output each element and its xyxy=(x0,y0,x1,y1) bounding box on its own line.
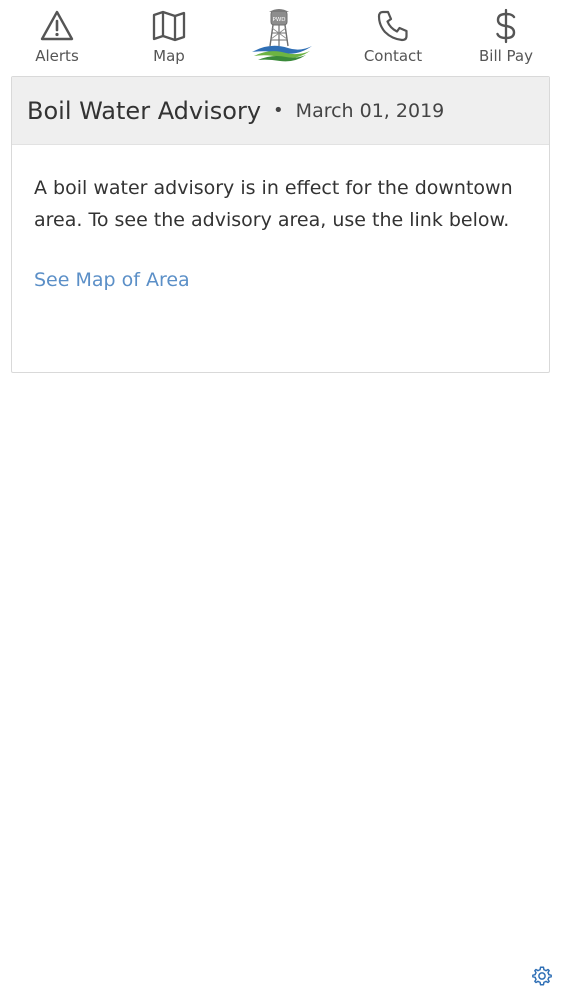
nav-bill-pay[interactable]: Bill Pay xyxy=(466,8,546,70)
map-icon xyxy=(151,8,187,44)
advisory-card: Boil Water Advisory • March 01, 2019 A b… xyxy=(11,76,550,373)
water-tower-logo[interactable]: PWD xyxy=(248,6,314,64)
phone-icon xyxy=(375,8,411,44)
nav-map-label: Map xyxy=(153,47,185,65)
nav-bill-pay-label: Bill Pay xyxy=(478,47,533,65)
advisory-title: Boil Water Advisory xyxy=(27,96,262,125)
nav-map[interactable]: Map xyxy=(129,8,209,70)
dollar-icon xyxy=(488,8,524,44)
top-nav: Alerts Map PWD Contact Bill Pay xyxy=(0,0,563,72)
alert-triangle-icon xyxy=(39,8,75,44)
advisory-card-body: A boil water advisory is in effect for t… xyxy=(12,145,549,291)
see-map-link[interactable]: See Map of Area xyxy=(34,269,190,291)
gear-icon xyxy=(531,965,553,987)
logo-mark-text: PWD xyxy=(273,17,286,23)
advisory-text: A boil water advisory is in effect for t… xyxy=(34,177,513,231)
nav-alerts[interactable]: Alerts xyxy=(17,8,97,70)
settings-button[interactable] xyxy=(531,965,553,987)
advisory-date: March 01, 2019 xyxy=(295,99,445,122)
nav-contact-label: Contact xyxy=(363,47,423,65)
nav-contact[interactable]: Contact xyxy=(353,8,433,70)
nav-alerts-label: Alerts xyxy=(35,47,79,65)
advisory-card-header: Boil Water Advisory • March 01, 2019 xyxy=(12,77,549,145)
title-date-separator: • xyxy=(273,100,284,121)
